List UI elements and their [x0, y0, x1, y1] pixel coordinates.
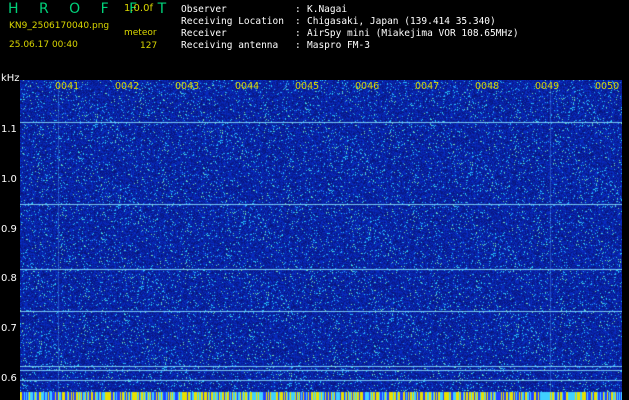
time-tick-label: 0050	[595, 81, 620, 92]
info-receiver: Receiver: AirSpy mini (Miakejima VOR 108.…	[181, 28, 519, 39]
y-tick-label: 1.0	[1, 174, 17, 185]
count-label: 127	[140, 41, 158, 51]
mode-label: meteor	[124, 28, 157, 38]
y-tick-label: 0.7	[1, 323, 17, 334]
time-tick-label: 0045	[295, 81, 320, 92]
time-tick-label: 0049	[535, 81, 560, 92]
time-tick-label: 0048	[475, 81, 500, 92]
version-label: 1.0.0f	[124, 3, 153, 14]
time-tick-label: 0042	[115, 81, 140, 92]
y-tick-label: 1.1	[1, 124, 17, 135]
time-tick-label: 0043	[175, 81, 200, 92]
time-tick-label: 0041	[55, 81, 80, 92]
y-tick-label: 0.9	[1, 224, 17, 235]
info-observer: Observer: K.Nagai	[181, 4, 348, 15]
datetime-label: 25.06.17 00:40	[9, 40, 78, 50]
time-tick-label: 0046	[355, 81, 380, 92]
waterfall-spectrogram	[20, 80, 622, 400]
axis-unit-label: kHz	[1, 73, 20, 84]
y-tick-label: 0.8	[1, 273, 17, 284]
time-tick-label: 0047	[415, 81, 440, 92]
info-location: Receiving Location: Chigasaki, Japan (139…	[181, 16, 496, 27]
filename-label: KN9_2506170040.png	[9, 21, 110, 31]
y-tick-label: 0.6	[1, 373, 17, 384]
info-antenna: Receiving antenna: Maspro FM-3	[181, 40, 370, 51]
time-tick-label: 0044	[235, 81, 260, 92]
